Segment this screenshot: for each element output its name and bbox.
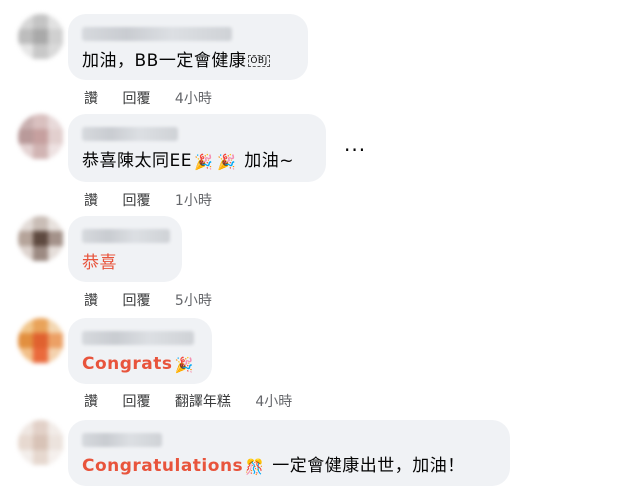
avatar[interactable] xyxy=(18,216,64,262)
commenter-name[interactable] xyxy=(82,229,170,243)
commenter-name[interactable] xyxy=(82,127,178,141)
confetti-ball-icon: 🎊 xyxy=(245,458,265,476)
comment-actions: 讚 回覆 1小時 xyxy=(84,190,232,210)
like-button[interactable]: 讚 xyxy=(84,88,98,108)
timestamp[interactable]: 1小時 xyxy=(175,190,212,210)
comment-text: Congratulations 🎊 一定會健康出世，加油！ xyxy=(82,456,465,476)
comment-text: 加油，BB一定會健康 OBJ xyxy=(82,51,270,71)
avatar[interactable] xyxy=(18,14,64,60)
reply-button[interactable]: 回覆 xyxy=(122,391,150,411)
like-button[interactable]: 讚 xyxy=(84,190,98,210)
party-popper-icon: 🎉 xyxy=(217,153,237,171)
comment-actions: 讚 回覆 4小時 xyxy=(84,88,232,108)
comment-bubble: 恭喜 xyxy=(68,216,182,282)
comment-text: 恭喜 xyxy=(82,253,117,273)
avatar[interactable] xyxy=(18,318,64,364)
commenter-name[interactable] xyxy=(82,331,194,345)
comment-text: 恭喜陳太同EE 🎉 🎉 加油~ xyxy=(82,151,295,171)
comment-bubble: 恭喜陳太同EE 🎉 🎉 加油~ xyxy=(68,114,326,182)
reply-button[interactable]: 回覆 xyxy=(122,190,150,210)
party-popper-icon: 🎉 xyxy=(174,356,194,374)
comment-bubble: Congratulations 🎊 一定會健康出世，加油！ xyxy=(68,420,510,486)
timestamp[interactable]: 4小時 xyxy=(175,88,212,108)
party-popper-icon: 🎉 xyxy=(193,153,214,171)
reply-button[interactable]: 回覆 xyxy=(122,290,150,310)
commenter-name[interactable] xyxy=(82,27,232,41)
more-options-icon[interactable]: ··· xyxy=(344,138,366,162)
timestamp[interactable]: 4小時 xyxy=(255,391,292,411)
like-button[interactable]: 讚 xyxy=(84,290,98,310)
comment-actions: 讚 回覆 翻譯年糕 4小時 xyxy=(84,391,312,411)
avatar[interactable] xyxy=(18,114,64,160)
reply-button[interactable]: 回覆 xyxy=(122,88,150,108)
comment-bubble: 加油，BB一定會健康 OBJ xyxy=(68,14,308,80)
translate-button[interactable]: 翻譯年糕 xyxy=(175,391,231,411)
comment-actions: 讚 回覆 5小時 xyxy=(84,290,232,310)
commenter-name[interactable] xyxy=(82,433,162,447)
comment-text: Congrats 🎉 xyxy=(82,354,194,374)
comment-bubble: Congrats 🎉 xyxy=(68,318,212,384)
timestamp[interactable]: 5小時 xyxy=(175,290,212,310)
like-button[interactable]: 讚 xyxy=(84,391,98,411)
obj-emoji: OBJ xyxy=(248,55,270,67)
avatar[interactable] xyxy=(18,420,64,466)
